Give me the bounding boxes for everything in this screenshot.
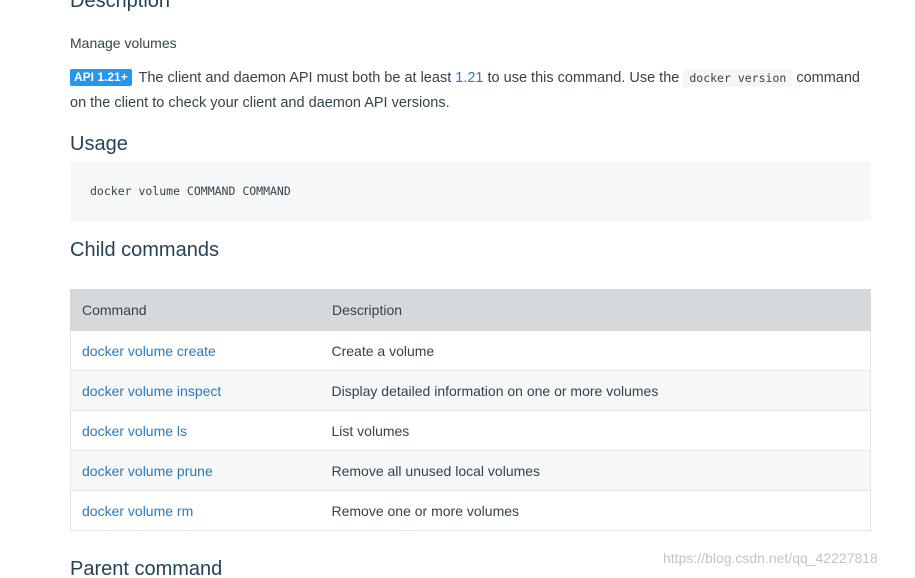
command-description: Display detailed information on one or m… (320, 370, 871, 411)
api-badge: API 1.21+ (70, 69, 132, 86)
usage-code: docker volume COMMAND COMMAND (90, 184, 291, 198)
parent-command-heading: Parent command (70, 558, 223, 578)
api-version-note: API 1.21+ The client and daemon API must… (70, 66, 873, 116)
table-row: docker volume prune Remove all unused lo… (70, 450, 871, 491)
table-row: docker volume rm Remove one or more volu… (70, 490, 871, 531)
command-link-create[interactable]: docker volume create (82, 343, 216, 359)
table-row: docker volume inspect Display detailed i… (70, 370, 871, 411)
docs-page: Description Manage volumes API 1.21+ The… (0, 0, 915, 578)
command-description: Remove one or more volumes (320, 490, 871, 531)
table-row: docker volume create Create a volume (70, 330, 871, 371)
child-commands-table: Command Description docker volume create… (70, 289, 871, 531)
command-link-ls[interactable]: docker volume ls (82, 423, 187, 439)
table-header-row: Command Description (70, 289, 871, 331)
command-description: Create a volume (320, 330, 871, 371)
table-row: docker volume ls List volumes (70, 410, 871, 451)
command-link-rm[interactable]: docker volume rm (82, 503, 193, 519)
command-description: List volumes (320, 410, 871, 451)
command-link-inspect[interactable]: docker volume inspect (82, 383, 221, 399)
usage-code-block: docker volume COMMAND COMMAND (70, 162, 871, 221)
api-version-link[interactable]: 1.21 (455, 70, 483, 86)
header-command: Command (70, 289, 321, 331)
command-description: Remove all unused local volumes (320, 450, 871, 491)
api-note-text-2: to use this command. Use the (483, 70, 684, 86)
header-description: Description (320, 289, 871, 331)
description-heading: Description (70, 0, 171, 12)
watermark: https://blog.csdn.net/qq_42227818 (663, 550, 878, 566)
api-note-text-1: The client and daemon API must both be a… (134, 70, 456, 86)
description-text: Manage volumes (70, 35, 177, 51)
usage-heading: Usage (70, 133, 128, 155)
child-commands-heading: Child commands (70, 239, 219, 261)
command-link-prune[interactable]: docker volume prune (82, 463, 213, 479)
docker-version-code: docker version (683, 69, 793, 87)
